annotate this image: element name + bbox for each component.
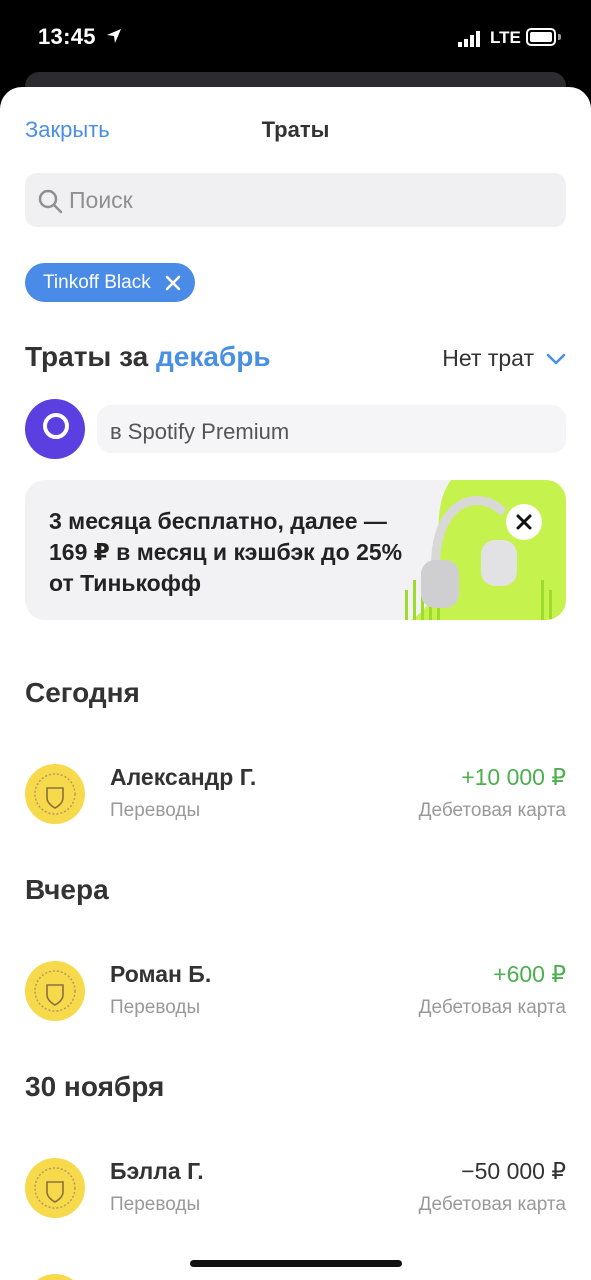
day-header: 30 ноября bbox=[25, 1071, 165, 1102]
headphones-illustration bbox=[405, 480, 566, 620]
filter-chip-label: Tinkoff Black bbox=[43, 271, 151, 293]
promo-line: от Тинькофф bbox=[49, 570, 201, 596]
spend-filter-dropdown[interactable]: Нет трат bbox=[442, 345, 566, 372]
close-button[interactable]: Закрыть bbox=[25, 117, 110, 143]
day-header: Сегодня bbox=[25, 677, 140, 708]
promo-banner[interactable]: 3 месяца бесплатно, далее — 169 ₽ в меся… bbox=[25, 480, 566, 620]
transaction-name: Роман Б. bbox=[110, 961, 212, 987]
search-icon bbox=[38, 189, 63, 214]
section-title-prefix: Траты за bbox=[25, 341, 149, 372]
promo-text: 3 месяца бесплатно, далее — 169 ₽ в меся… bbox=[49, 506, 449, 599]
transaction-name: Александр Г. bbox=[110, 764, 257, 790]
promo-close-button[interactable] bbox=[506, 504, 542, 540]
transaction-row[interactable]: Роман Б. Переводы +600 ₽ Дебетовая карта bbox=[25, 961, 566, 1025]
month-selector[interactable]: декабрь bbox=[156, 341, 271, 372]
spotify-story-icon bbox=[25, 399, 85, 459]
bank-logo-icon bbox=[25, 961, 85, 1021]
battery-tip bbox=[558, 34, 561, 40]
section-title: Траты за декабрь bbox=[25, 341, 271, 373]
promo-line: 169 ₽ в месяц и кэшбэк до 25% bbox=[49, 539, 403, 565]
battery-icon bbox=[526, 28, 556, 46]
bank-logo-icon bbox=[25, 1274, 85, 1280]
day-header: Вчера bbox=[25, 874, 109, 905]
transaction-source: Дебетовая карта bbox=[418, 997, 566, 1018]
bank-logo-icon bbox=[25, 1158, 85, 1218]
transaction-category: Переводы bbox=[110, 800, 201, 821]
transaction-category: Переводы bbox=[110, 997, 201, 1018]
transaction-source: Дебетовая карта bbox=[418, 1194, 566, 1215]
story-text: в Spotify Premium bbox=[110, 419, 290, 444]
status-time: 13:45 bbox=[38, 24, 96, 49]
home-indicator bbox=[190, 1260, 402, 1267]
transaction-amount: +10 000 ₽ bbox=[461, 764, 566, 790]
network-label: LTE bbox=[490, 28, 521, 47]
transaction-name: Бэлла Г. bbox=[110, 1158, 204, 1184]
promo-line: 3 месяца бесплатно, далее — bbox=[49, 508, 387, 534]
filter-chip-account[interactable]: Tinkoff Black bbox=[25, 263, 195, 302]
story-strip[interactable]: в Spotify Premium bbox=[25, 399, 566, 459]
transaction-row[interactable]: Бэлла Г. Переводы −50 000 ₽ Дебетовая ка… bbox=[25, 1158, 566, 1222]
bank-logo-icon bbox=[25, 764, 85, 824]
transaction-row[interactable]: Александр Г. Переводы +10 000 ₽ Дебетова… bbox=[25, 764, 566, 828]
transaction-category: Переводы bbox=[110, 1194, 201, 1215]
close-icon bbox=[516, 514, 532, 530]
expenses-sheet: Траты Закрыть Tinkoff Black Траты за дек… bbox=[0, 87, 591, 1280]
transaction-source: Дебетовая карта bbox=[418, 800, 566, 821]
close-icon[interactable] bbox=[165, 275, 181, 291]
status-bar: 13:45 LTE bbox=[0, 0, 591, 72]
location-arrow-icon bbox=[107, 29, 121, 43]
transaction-amount: −50 000 ₽ bbox=[461, 1158, 566, 1184]
search-input[interactable] bbox=[69, 173, 549, 227]
signal-icon bbox=[458, 31, 480, 47]
spend-filter-label: Нет трат bbox=[442, 345, 534, 371]
transaction-amount: +600 ₽ bbox=[493, 961, 566, 987]
chevron-down-icon bbox=[546, 353, 566, 364]
search-bar[interactable] bbox=[25, 173, 566, 227]
